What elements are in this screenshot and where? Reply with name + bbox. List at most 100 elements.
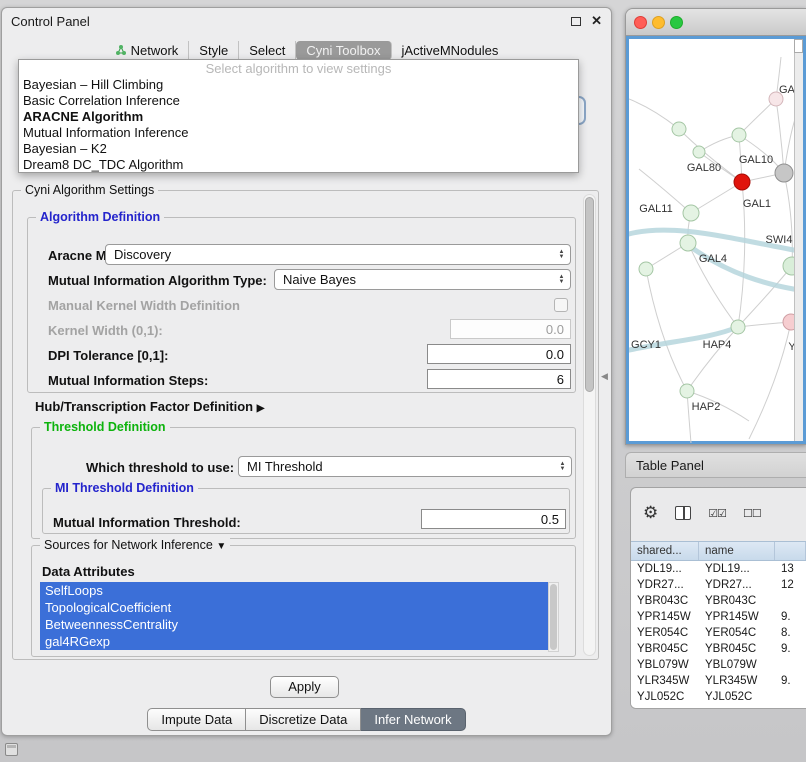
network-window-titlebar[interactable] bbox=[626, 9, 806, 36]
tab-network[interactable]: Network bbox=[105, 41, 190, 60]
table-row[interactable]: YBR043C YBR043C bbox=[631, 593, 806, 609]
network-edge[interactable] bbox=[784, 173, 792, 266]
network-edge[interactable] bbox=[749, 322, 791, 439]
mi-algorithm-type-select[interactable]: Naive Bayes ▲▼ bbox=[274, 269, 571, 290]
table-row[interactable]: YDR27... YDR27... 12 bbox=[631, 577, 806, 593]
apply-button[interactable]: Apply bbox=[270, 676, 339, 698]
network-edge[interactable] bbox=[646, 269, 687, 391]
kernel-width-label: Kernel Width (0,1): bbox=[48, 323, 163, 338]
table-row[interactable]: YER054C YER054C 8. bbox=[631, 625, 806, 641]
restore-panel-icon[interactable] bbox=[5, 743, 18, 756]
aracne-mode-select[interactable]: Discovery ▲▼ bbox=[105, 244, 571, 265]
attribute-item-selected[interactable]: SelfLoops bbox=[40, 582, 548, 599]
table-row[interactable]: YPR145W YPR145W 9. bbox=[631, 609, 806, 625]
sources-toggle[interactable]: Sources for Network Inference ▼ bbox=[40, 538, 230, 552]
mi-steps-field[interactable] bbox=[427, 369, 571, 389]
float-window-icon[interactable] bbox=[571, 17, 581, 26]
table-panel-title: Table Panel bbox=[636, 458, 704, 473]
table-row[interactable]: YDL19... YDL19... 13 bbox=[631, 561, 806, 577]
gear-icon[interactable]: ⚙ bbox=[643, 503, 658, 523]
tab-select[interactable]: Select bbox=[239, 41, 296, 60]
tab-infer-network[interactable]: Infer Network bbox=[361, 708, 465, 731]
columns-icon[interactable] bbox=[675, 506, 691, 520]
network-edge[interactable] bbox=[629, 99, 679, 129]
table-row[interactable]: YLR345W YLR345W 9. bbox=[631, 673, 806, 689]
tab-impute-data[interactable]: Impute Data bbox=[147, 708, 246, 731]
column-header-extra[interactable] bbox=[775, 542, 806, 560]
tab-label: jActiveMNodules bbox=[402, 43, 499, 58]
attribute-item-selected[interactable]: gal4RGexp bbox=[40, 633, 548, 650]
window-title: Control Panel bbox=[11, 14, 90, 29]
dropdown-item[interactable]: Bayesian – K2 bbox=[19, 141, 578, 157]
network-node[interactable] bbox=[639, 262, 653, 276]
dropdown-item[interactable]: Bayesian – Hill Climbing bbox=[19, 77, 578, 93]
expand-right-icon: ▶ bbox=[257, 403, 265, 414]
network-labels: GAL80 GAL10 GAL11 GAL1 SWI4 GAL4 GCY1 HA… bbox=[631, 84, 795, 413]
network-node[interactable] bbox=[680, 384, 694, 398]
control-panel-titlebar[interactable]: Control Panel ✕ bbox=[2, 8, 611, 34]
network-edge[interactable] bbox=[776, 99, 784, 173]
tab-discretize-data[interactable]: Discretize Data bbox=[246, 708, 361, 731]
column-header-name[interactable]: name bbox=[699, 542, 775, 560]
network-node-red[interactable] bbox=[734, 174, 750, 190]
network-node[interactable] bbox=[693, 146, 705, 158]
cell-shared: YDR27... bbox=[631, 579, 699, 591]
table-row[interactable]: YJL052C YJL052C bbox=[631, 689, 806, 705]
table-panel-titlebar[interactable]: Table Panel bbox=[625, 452, 806, 478]
hub-tf-definition-toggle[interactable]: Hub/Transcription Factor Definition ▶ bbox=[35, 399, 264, 414]
manual-kernel-width-label: Manual Kernel Width Definition bbox=[48, 298, 240, 313]
panel-collapse-arrow-icon[interactable]: ◀ bbox=[601, 371, 608, 382]
manual-kernel-width-checkbox[interactable] bbox=[554, 298, 568, 312]
network-node[interactable] bbox=[731, 320, 745, 334]
network-scrollbar[interactable] bbox=[794, 39, 803, 441]
attributes-list-scrollbar-thumb[interactable] bbox=[550, 584, 557, 650]
column-header-shared[interactable]: shared... bbox=[631, 542, 699, 560]
table-row[interactable]: YBR045C YBR045C 9. bbox=[631, 641, 806, 657]
network-node[interactable] bbox=[672, 122, 686, 136]
mac-minimize-button[interactable] bbox=[652, 16, 665, 29]
network-edge[interactable] bbox=[687, 391, 691, 443]
which-threshold-select[interactable]: MI Threshold ▲▼ bbox=[238, 456, 572, 477]
network-edge-thick[interactable] bbox=[688, 245, 795, 290]
dropdown-item[interactable]: Dream8 DC_TDC Algorithm bbox=[19, 157, 578, 173]
network-window: GAL80 GAL10 GAL11 GAL1 SWI4 GAL4 GCY1 HA… bbox=[625, 8, 806, 445]
settings-scrollbar-thumb[interactable] bbox=[585, 197, 594, 392]
select-all-columns-icon[interactable]: ☑☑ bbox=[708, 507, 726, 520]
attribute-item-selected[interactable]: BetweennessCentrality bbox=[40, 616, 548, 633]
attributes-list-scrollbar[interactable] bbox=[548, 582, 559, 652]
network-node[interactable] bbox=[732, 128, 746, 142]
cell-name: YPR145W bbox=[699, 611, 775, 623]
dropdown-item[interactable]: Mutual Information Inference bbox=[19, 125, 578, 141]
network-tab-icon bbox=[115, 44, 127, 56]
network-node[interactable] bbox=[683, 205, 699, 221]
network-scrollbar-corner[interactable] bbox=[794, 39, 803, 53]
network-node[interactable] bbox=[680, 235, 696, 251]
tab-style[interactable]: Style bbox=[189, 41, 239, 60]
cell-value: 9. bbox=[775, 675, 806, 687]
dropdown-item[interactable]: Basic Correlation Inference bbox=[19, 93, 578, 109]
mi-threshold-field[interactable] bbox=[421, 509, 566, 529]
table-row[interactable]: YBL079W YBL079W bbox=[631, 657, 806, 673]
dropdown-item-selected[interactable]: ARACNE Algorithm bbox=[19, 109, 578, 125]
network-node-gray[interactable] bbox=[775, 164, 793, 182]
mac-close-button[interactable] bbox=[634, 16, 647, 29]
cyni-algorithm-settings-group: Cyni Algorithm Settings Algorithm Defini… bbox=[12, 190, 599, 660]
tab-cyni-toolbox[interactable]: Cyni Toolbox bbox=[296, 41, 391, 60]
tab-jactivemnodules[interactable]: jActiveMNodules bbox=[392, 41, 509, 60]
dpi-tolerance-field[interactable] bbox=[427, 344, 571, 364]
deselect-all-columns-icon[interactable]: ☐☐ bbox=[743, 507, 761, 520]
close-icon[interactable]: ✕ bbox=[591, 16, 602, 26]
node-label: HAP2 bbox=[692, 401, 721, 413]
control-panel-window: Control Panel ✕ Network Style Select bbox=[1, 7, 612, 736]
network-edge[interactable] bbox=[691, 182, 742, 213]
mac-zoom-button[interactable] bbox=[670, 16, 683, 29]
dropdown-arrows-icon: ▲▼ bbox=[555, 250, 570, 260]
attribute-item-selected[interactable]: TopologicalCoefficient bbox=[40, 599, 548, 616]
mi-steps-label: Mutual Information Steps: bbox=[48, 373, 208, 388]
network-edge[interactable] bbox=[739, 99, 776, 135]
node-label: GAL10 bbox=[739, 154, 773, 166]
cell-name: YER054C bbox=[699, 627, 775, 639]
settings-scrollbar[interactable] bbox=[583, 194, 596, 656]
mi-threshold-label: Mutual Information Threshold: bbox=[53, 515, 241, 530]
network-canvas[interactable]: GAL80 GAL10 GAL11 GAL1 SWI4 GAL4 GCY1 HA… bbox=[629, 39, 795, 443]
